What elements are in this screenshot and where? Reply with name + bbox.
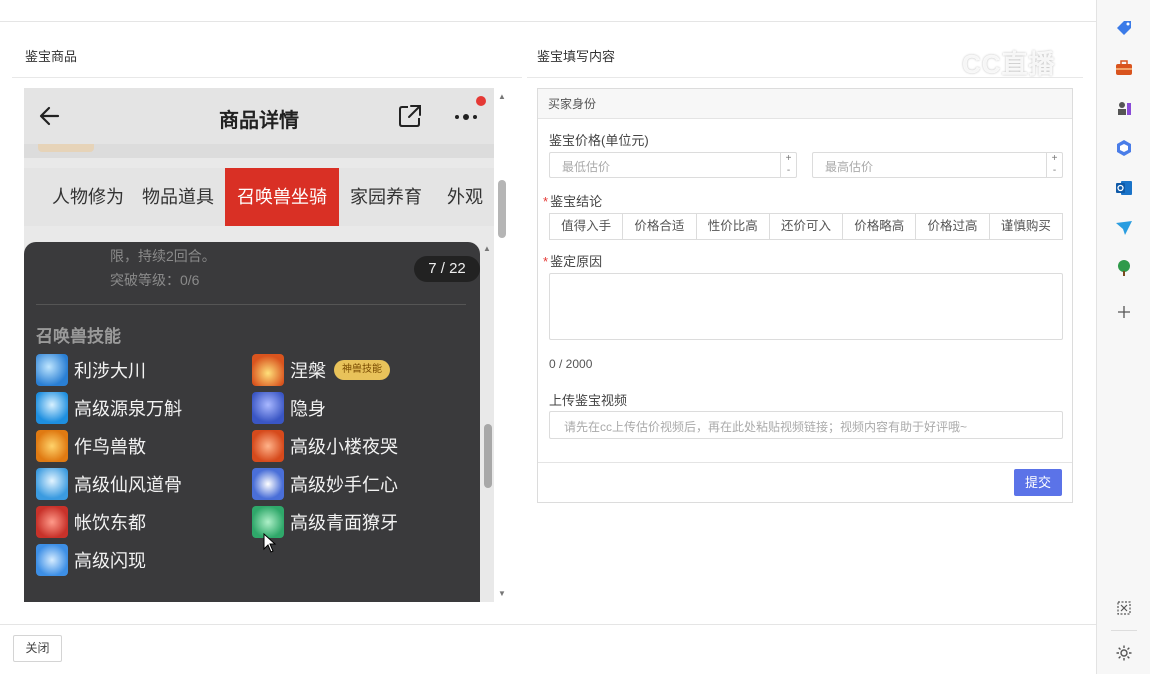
inner-scrollbar[interactable]: ▲ bbox=[482, 244, 494, 602]
max-price-input[interactable]: 最高估价 + - bbox=[812, 152, 1063, 178]
skill-item[interactable]: 高级仙风道骨 bbox=[36, 468, 182, 500]
left-divider bbox=[12, 77, 522, 78]
preview-scroll-thumb[interactable] bbox=[498, 180, 506, 238]
tab-home[interactable]: 家园养育 bbox=[346, 168, 426, 226]
skill-item[interactable]: 作鸟兽散 bbox=[36, 430, 146, 462]
min-price-input[interactable]: 最低估价 + - bbox=[549, 152, 797, 178]
skill-item[interactable]: 高级小楼夜哭 bbox=[252, 430, 398, 462]
conclusion-option[interactable]: 价格过高 bbox=[916, 214, 990, 239]
breakthrough-level: 突破等级：0/6 bbox=[110, 272, 200, 288]
divine-skill-badge: 神兽技能 bbox=[334, 360, 390, 380]
gear-icon[interactable] bbox=[1114, 643, 1134, 663]
conclusion-option[interactable]: 谨慎购买 bbox=[990, 214, 1062, 239]
night-weep-icon bbox=[252, 430, 284, 462]
water-swirl-icon bbox=[36, 354, 68, 386]
conclusion-option[interactable]: 价格略高 bbox=[843, 214, 917, 239]
notification-dot bbox=[476, 96, 486, 106]
tab-appearance[interactable]: 外观 bbox=[442, 168, 488, 226]
banquet-icon bbox=[36, 506, 68, 538]
tab-character[interactable]: 人物修为 bbox=[36, 168, 140, 226]
phone-header: 商品详情 bbox=[24, 88, 494, 144]
left-section-title: 鉴宝商品 bbox=[25, 49, 78, 64]
app-root: 鉴宝商品 商品详情 人物修为 物品道具 召唤兽坐骑 家园养育 外观 限，持续2回… bbox=[0, 0, 1150, 674]
tag-icon[interactable] bbox=[1114, 18, 1134, 38]
fountain-icon bbox=[36, 392, 68, 424]
conclusion-options: 值得入手 价格合适 性价比高 还价可入 价格略高 价格过高 谨慎购买 bbox=[549, 213, 1063, 240]
screenshot-icon[interactable] bbox=[1114, 598, 1134, 618]
skill-item[interactable]: 高级闪现 bbox=[36, 544, 146, 576]
skill-item[interactable]: 高级妙手仁心 bbox=[252, 468, 398, 500]
chess-icon[interactable] bbox=[1114, 98, 1134, 118]
skill-item[interactable]: 帐饮东都 bbox=[36, 506, 146, 538]
outlook-icon[interactable] bbox=[1114, 178, 1134, 198]
more-icon[interactable] bbox=[452, 102, 482, 130]
copilot-icon[interactable] bbox=[1114, 138, 1134, 158]
max-price-stepper[interactable]: + - bbox=[1046, 153, 1062, 177]
min-price-stepper[interactable]: + - bbox=[780, 153, 796, 177]
buyer-identity-header: 买家身份 bbox=[538, 89, 1072, 119]
skill-item[interactable]: 利涉大川 bbox=[36, 354, 146, 386]
submit-button[interactable]: 提交 bbox=[1014, 469, 1062, 496]
video-label: 上传鉴宝视频 bbox=[549, 393, 628, 408]
briefcase-icon[interactable] bbox=[1114, 58, 1134, 78]
scatter-fire-icon bbox=[36, 430, 68, 462]
conclusion-option[interactable]: 价格合适 bbox=[623, 214, 697, 239]
send-icon[interactable] bbox=[1114, 218, 1134, 238]
price-label: 鉴宝价格(单位元) bbox=[549, 133, 649, 148]
browser-sidebar bbox=[1096, 0, 1150, 674]
conclusion-option[interactable]: 还价可入 bbox=[770, 214, 844, 239]
reason-label: * 鉴定原因 bbox=[543, 254, 603, 269]
inner-scroll-thumb[interactable] bbox=[484, 424, 492, 488]
plus-icon[interactable] bbox=[1114, 302, 1134, 322]
skill-item[interactable]: 隐身 bbox=[252, 392, 326, 424]
video-link-input[interactable]: 请先在cc上传估价视频后，再在此处粘贴视频链接；视频内容有助于好评哦~ bbox=[549, 411, 1063, 439]
skill-item[interactable]: 高级源泉万斛 bbox=[36, 392, 182, 424]
tab-summon-mount[interactable]: 召唤兽坐骑 bbox=[225, 168, 339, 226]
preview-scrollbar[interactable]: ▲ ▼ bbox=[494, 88, 510, 602]
tab-items[interactable]: 物品道具 bbox=[138, 168, 218, 226]
flash-icon bbox=[36, 544, 68, 576]
cc-watermark: CC直播 bbox=[962, 49, 1056, 79]
phone-preview[interactable]: 商品详情 人物修为 物品道具 召唤兽坐骑 家园养育 外观 限，持续2回合。 突破… bbox=[24, 88, 494, 602]
conclusion-label: * 鉴宝结论 bbox=[543, 194, 603, 209]
skill-panel: 限，持续2回合。 突破等级：0/6 7 / 22 召唤兽技能 利涉大川 涅槃 神… bbox=[24, 242, 480, 602]
immortal-icon bbox=[36, 468, 68, 500]
category-tabs: 人物修为 物品道具 召唤兽坐骑 家园养育 外观 bbox=[24, 168, 494, 226]
conclusion-option[interactable]: 性价比高 bbox=[697, 214, 770, 239]
page-counter: 7 / 22 bbox=[414, 256, 480, 282]
share-icon[interactable] bbox=[396, 102, 424, 130]
top-bar bbox=[0, 0, 1096, 22]
right-section-title: 鉴宝填写内容 bbox=[537, 49, 616, 64]
close-button[interactable]: 关闭 bbox=[13, 635, 62, 662]
stealth-icon bbox=[252, 392, 284, 424]
tree-icon[interactable] bbox=[1114, 258, 1134, 278]
appraisal-form: 买家身份 鉴宝价格(单位元) 最低估价 + - 最高估价 + - * 鉴宝结论 值得入… bbox=[537, 88, 1073, 503]
healing-hand-icon bbox=[252, 468, 284, 500]
reason-textarea[interactable] bbox=[549, 273, 1063, 340]
faded-text: 限，持续2回合。 bbox=[110, 248, 216, 264]
phoenix-fire-icon bbox=[252, 354, 284, 386]
header-strip bbox=[24, 144, 494, 158]
reason-char-counter: 0 / 2000 bbox=[549, 357, 593, 371]
skills-heading: 召唤兽技能 bbox=[36, 327, 121, 346]
skill-item[interactable]: 涅槃 神兽技能 bbox=[252, 354, 390, 386]
mouse-cursor-icon bbox=[263, 533, 277, 553]
conclusion-option[interactable]: 值得入手 bbox=[550, 214, 624, 239]
